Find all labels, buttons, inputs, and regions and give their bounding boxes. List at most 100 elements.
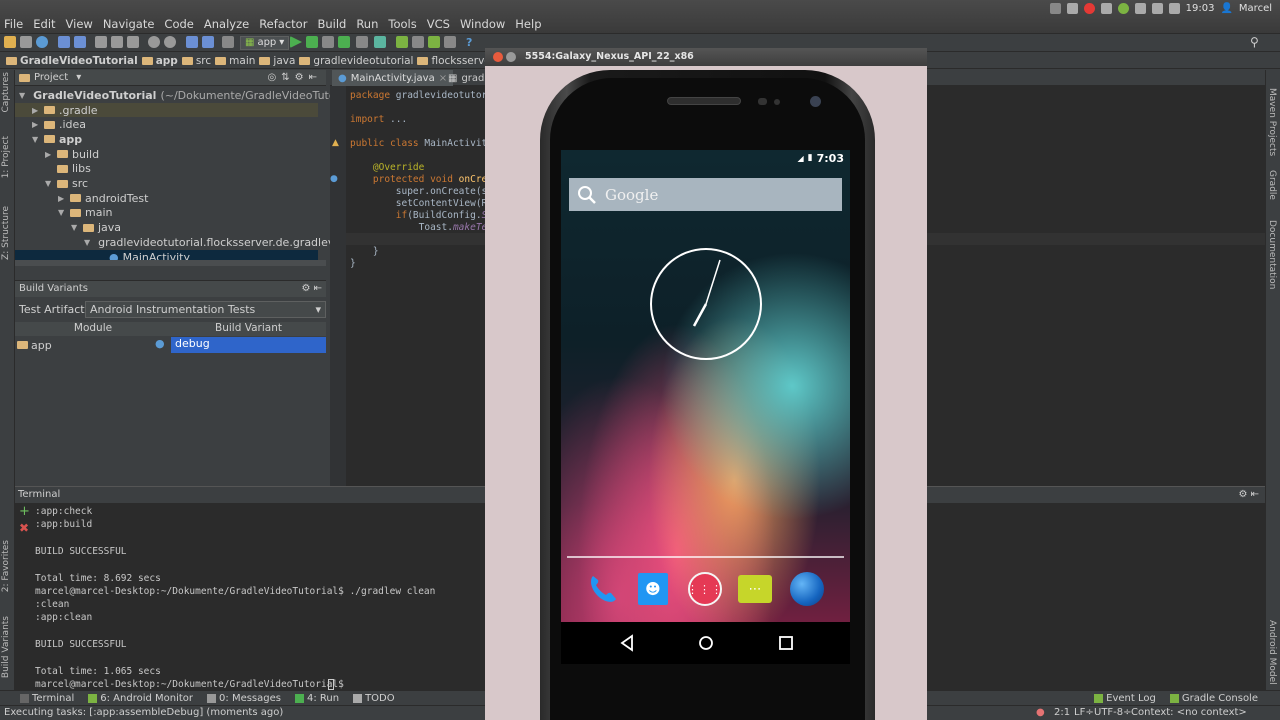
browser-app-icon[interactable]: [790, 572, 824, 606]
vtab-maven[interactable]: Maven Projects: [1267, 88, 1277, 156]
tree-item[interactable]: ▼ GradleVideoTutorial (~/Dokumente/GradleV…: [15, 88, 357, 103]
recents-nav-icon[interactable]: [777, 634, 795, 652]
bottom-tab-todo[interactable]: TODO: [353, 693, 395, 704]
vtab-build-variants[interactable]: Build Variants: [1, 616, 11, 678]
project-panel-header[interactable]: Project ▾ ◎⇅⚙⇤: [15, 70, 326, 86]
monitor-icon[interactable]: [444, 36, 456, 48]
attach-icon[interactable]: [322, 36, 334, 48]
replace-icon[interactable]: [164, 36, 176, 48]
collapsed-icon[interactable]: ▶: [58, 194, 66, 203]
menu-item-file[interactable]: File: [4, 17, 23, 31]
override-icon[interactable]: ▲: [332, 138, 339, 148]
bottom-tab-run[interactable]: 4: Run: [294, 693, 339, 704]
volume-icon[interactable]: [1168, 3, 1180, 14]
breadcrumb-item[interactable]: GradleVideoTutorial: [6, 55, 138, 67]
make-icon[interactable]: [222, 36, 234, 48]
run-configuration-select[interactable]: ▦ app ▾: [240, 36, 290, 50]
expanded-icon[interactable]: ▼: [45, 179, 53, 188]
google-search-widget[interactable]: Google: [569, 178, 842, 211]
coverage-icon[interactable]: [338, 36, 350, 48]
sync-gradle-icon[interactable]: [412, 36, 424, 48]
tab-main-activity[interactable]: ● MainActivity.java ×: [332, 70, 454, 86]
android-home-screen[interactable]: ◢ ▮ 7:03 Google ☻ ⋮⋮⋮ ⋯: [561, 150, 850, 622]
tree-item[interactable]: ▼ app: [15, 132, 318, 147]
line-separator[interactable]: LF÷: [1074, 707, 1094, 718]
expanded-icon[interactable]: ▼: [19, 91, 25, 100]
collapsed-icon[interactable]: ▶: [45, 150, 53, 159]
status-icon[interactable]: [1117, 3, 1129, 14]
breadcrumb-item[interactable]: flocksserver: [417, 55, 495, 67]
mail-icon[interactable]: [1134, 3, 1146, 14]
breadcrumb-item[interactable]: app: [141, 55, 178, 67]
menu-item-navigate[interactable]: Navigate: [103, 17, 155, 31]
bottom-tab-terminal[interactable]: Terminal: [20, 693, 74, 704]
error-indicator-icon[interactable]: ●: [1036, 707, 1045, 718]
structure-icon[interactable]: [374, 36, 386, 48]
bottom-tab-event-log[interactable]: Event Log: [1094, 693, 1156, 704]
menu-item-refactor[interactable]: Refactor: [259, 17, 307, 31]
tree-item[interactable]: ▶ .idea: [15, 117, 318, 132]
cut-icon[interactable]: [95, 36, 107, 48]
user-name[interactable]: Marcel: [1239, 3, 1272, 14]
keyboard-icon[interactable]: [1049, 3, 1061, 14]
redo-icon[interactable]: [74, 36, 86, 48]
bottom-tab-messages[interactable]: 0: Messages: [207, 693, 281, 704]
tree-item[interactable]: ▼ main: [15, 206, 318, 221]
emulator-titlebar[interactable]: 5554:Galaxy_Nexus_API_22_x86: [485, 48, 927, 66]
breadcrumb-item[interactable]: src: [181, 55, 211, 67]
table-row[interactable]: app ● debug: [15, 337, 326, 353]
vtab-favorites[interactable]: 2: Favorites: [1, 540, 11, 592]
status-message[interactable]: Executing tasks: [:app:assembleDebug] (m…: [4, 707, 283, 718]
menu-item-code[interactable]: Code: [164, 17, 193, 31]
menu-item-view[interactable]: View: [66, 17, 93, 31]
tree-item[interactable]: libs: [15, 162, 318, 177]
vtab-captures[interactable]: Captures: [1, 72, 11, 112]
build-variant-select[interactable]: debug: [171, 337, 326, 353]
breadcrumb-item[interactable]: gradlevideotutorial: [299, 55, 413, 67]
new-session-icon[interactable]: +: [19, 504, 30, 519]
vtab-android-model[interactable]: Android Model: [1267, 620, 1277, 685]
caret-position[interactable]: 2:1: [1054, 707, 1070, 718]
tree-item[interactable]: ▶ .gradle: [15, 102, 318, 118]
menu-item-help[interactable]: Help: [515, 17, 541, 31]
phone-app-icon[interactable]: [585, 572, 619, 606]
expanded-icon[interactable]: ▼: [84, 238, 90, 247]
collapsed-icon[interactable]: ▶: [32, 106, 40, 115]
run-icon[interactable]: [290, 36, 302, 48]
vtab-gradle[interactable]: Gradle: [1267, 170, 1277, 200]
back-icon[interactable]: [186, 36, 198, 48]
test-artifact-select[interactable]: Android Instrumentation Tests ▾: [85, 301, 326, 318]
expanded-icon[interactable]: ▼: [58, 208, 66, 217]
tree-item[interactable]: ▼ src: [15, 176, 318, 191]
sdk-manager-icon[interactable]: [356, 36, 368, 48]
save-icon[interactable]: [20, 36, 32, 48]
bottom-tab-android-monitor[interactable]: 6: Android Monitor: [88, 693, 193, 704]
gear-icon[interactable]: ⚙ ⇤: [301, 281, 322, 297]
menu-item-window[interactable]: Window: [460, 17, 505, 31]
menu-item-tools[interactable]: Tools: [388, 17, 416, 31]
bottom-tab-gradle-console[interactable]: Gradle Console: [1169, 693, 1258, 704]
debug-icon[interactable]: [306, 36, 318, 48]
back-nav-icon[interactable]: [618, 634, 636, 652]
avd-manager-icon[interactable]: [396, 36, 408, 48]
tree-item[interactable]: ▶ build: [15, 147, 318, 162]
dropbox-icon[interactable]: [1100, 3, 1112, 14]
tree-item[interactable]: ▼ java: [15, 220, 318, 235]
panel-actions-icon[interactable]: ◎⇅⚙⇤: [268, 72, 322, 83]
record-icon[interactable]: [1083, 3, 1095, 14]
contacts-app-icon[interactable]: ☻: [636, 572, 670, 606]
forward-icon[interactable]: [202, 36, 214, 48]
vtab-documentation[interactable]: Documentation: [1267, 220, 1277, 289]
collapsed-icon[interactable]: ▶: [32, 120, 40, 129]
vtab-structure[interactable]: Z: Structure: [1, 206, 11, 260]
open-icon[interactable]: [4, 36, 16, 48]
expanded-icon[interactable]: ▼: [71, 223, 79, 232]
minimize-window-icon[interactable]: [506, 52, 516, 62]
breadcrumb-item[interactable]: java: [259, 55, 295, 67]
close-session-icon[interactable]: ✖: [19, 521, 29, 535]
file-encoding[interactable]: UTF-8÷: [1094, 707, 1132, 718]
breadcrumb-item[interactable]: main: [215, 55, 255, 67]
context-indicator[interactable]: Context: <no context>: [1131, 707, 1247, 718]
menu-item-run[interactable]: Run: [356, 17, 378, 31]
tree-item[interactable]: ▶ androidTest: [15, 191, 318, 206]
